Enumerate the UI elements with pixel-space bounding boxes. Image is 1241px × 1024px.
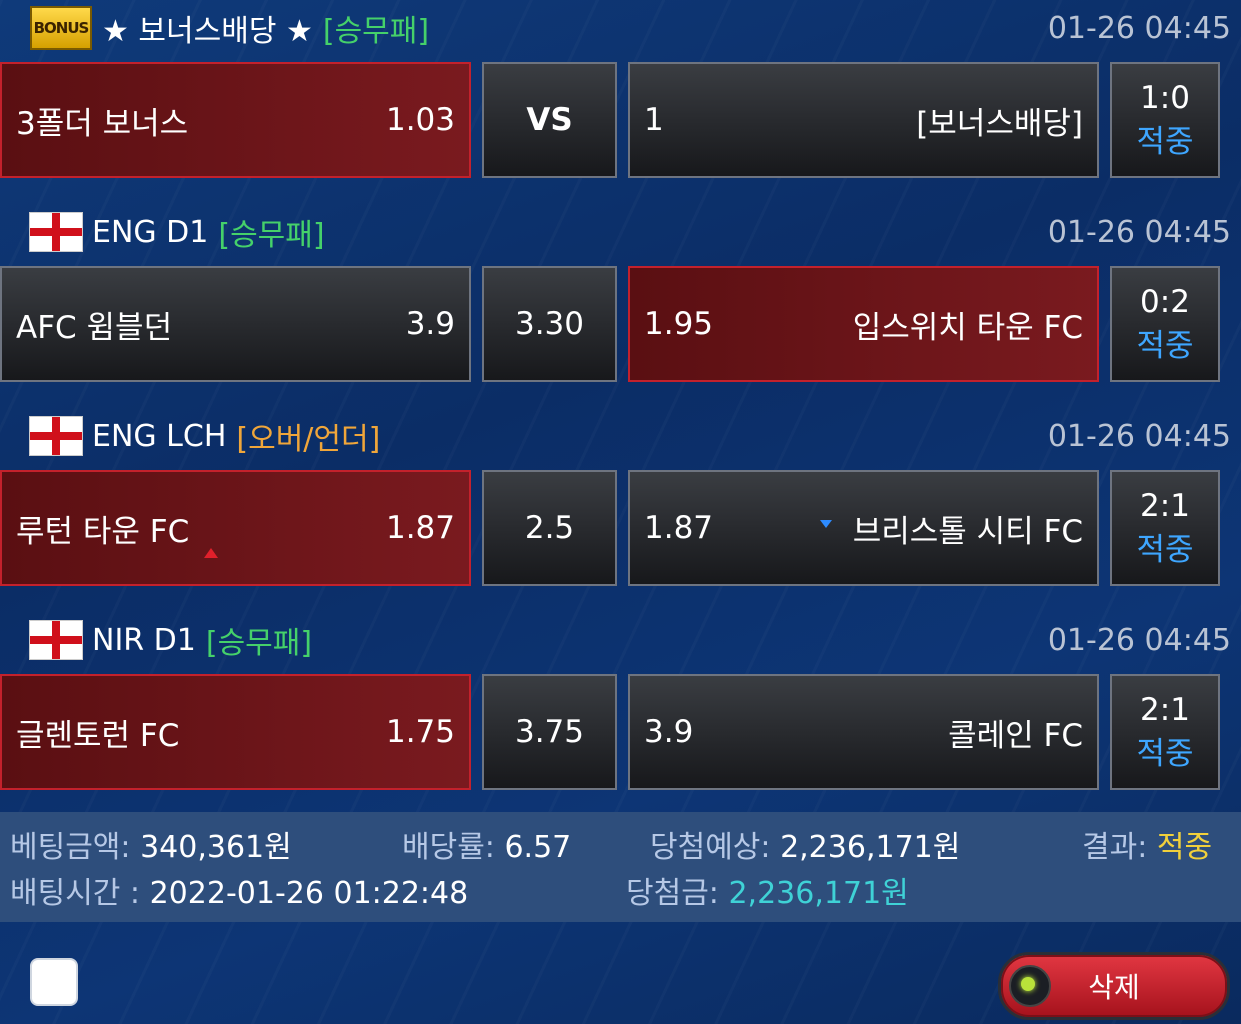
result-status: 적중	[1136, 328, 1194, 364]
bet-group-header: BONUS ★ 보너스배당 ★ [승무패] 01-26 04:45	[0, 0, 1241, 56]
delete-button[interactable]: 삭제	[998, 952, 1230, 1020]
northern-ireland-flag-icon	[30, 621, 82, 659]
away-selection[interactable]: 1 [보너스배당]	[628, 62, 1099, 178]
result-status: 적중	[1136, 736, 1194, 772]
bet-time-label: 배팅시간 :	[10, 876, 141, 911]
league-name: NIR D1	[92, 622, 196, 658]
draw-odds: 3.30	[514, 306, 585, 342]
result-box: 2:1 적중	[1110, 674, 1220, 790]
away-odds: 1.87	[644, 510, 714, 546]
draw-odds: 3.75	[514, 714, 585, 750]
over-arrow-icon	[204, 548, 218, 558]
market-type: [승무패]	[218, 218, 325, 253]
league-name: ENG D1	[92, 214, 209, 250]
select-checkbox[interactable]	[30, 958, 78, 1006]
result-box: 1:0 적중	[1110, 62, 1220, 178]
england-flag-icon	[30, 417, 82, 455]
bet-group-eng-d1: ENG D1 [승무패] 01-26 04:45 AFC 윔블던 3.9 3.3…	[0, 204, 1241, 408]
score: 2:1	[1140, 692, 1190, 728]
market-type: [승무패]	[205, 626, 313, 661]
away-selection[interactable]: 1.87 브리스톨 시티 FC	[628, 470, 1099, 586]
odds-label: 배당률:	[402, 830, 495, 865]
vs-label: VS	[526, 102, 573, 138]
league-name: ★ 보너스배당 ★	[102, 14, 313, 49]
away-team-name: [보너스배당]	[916, 105, 1083, 142]
match-time: 01-26 04:45	[1047, 10, 1231, 46]
home-odds: 1.03	[385, 102, 455, 138]
draw-selection[interactable]: VS	[482, 62, 617, 178]
bet-time: 2022-01-26 01:22:48	[149, 876, 469, 911]
bet-amount: 340,361원	[140, 830, 292, 865]
bet-group-header: ENG LCH [오버/언더] 01-26 04:45	[0, 408, 1241, 464]
home-selection[interactable]: 3폴더 보너스 1.03	[0, 62, 471, 178]
draw-selection[interactable]: 3.75	[482, 674, 617, 790]
expected-win-label: 당첨예상:	[650, 830, 771, 865]
home-selection[interactable]: AFC 윔블던 3.9	[0, 266, 471, 382]
away-selection[interactable]: 1.95 입스위치 타운 FC	[628, 266, 1099, 382]
bet-group-bonus: BONUS ★ 보너스배당 ★ [승무패] 01-26 04:45 3폴더 보너…	[0, 0, 1241, 204]
away-selection[interactable]: 3.9 콜레인 FC	[628, 674, 1099, 790]
total-odds: 6.57	[504, 830, 572, 865]
home-odds: 1.87	[385, 510, 455, 546]
bet-amount-label: 베팅금액:	[10, 830, 131, 865]
under-arrow-icon	[820, 520, 832, 528]
result-label: 결과:	[1082, 830, 1148, 865]
match-time: 01-26 04:45	[1047, 622, 1231, 658]
result-status: 적중	[1136, 532, 1194, 568]
home-odds: 1.75	[385, 714, 455, 750]
away-team-name: 콜레인 FC	[948, 717, 1083, 754]
home-team-name: 3폴더 보너스	[16, 105, 189, 142]
match-time: 01-26 04:45	[1047, 214, 1231, 250]
result-status: 적중	[1136, 124, 1194, 160]
indicator-icon	[1009, 965, 1051, 1007]
delete-label: 삭제	[1088, 971, 1140, 1004]
away-team-name: 브리스톨 시티 FC	[852, 513, 1083, 550]
home-team-name: 루턴 타운 FC	[16, 513, 190, 550]
result-box: 2:1 적중	[1110, 470, 1220, 586]
expected-win: 2,236,171원	[780, 830, 961, 865]
bet-group-header: ENG D1 [승무패] 01-26 04:45	[0, 204, 1241, 260]
match-time: 01-26 04:45	[1047, 418, 1231, 454]
england-flag-icon	[30, 213, 82, 251]
bet-group-eng-lch: ENG LCH [오버/언더] 01-26 04:45 루턴 타운 FC 1.8…	[0, 408, 1241, 612]
market-type: [오버/언더]	[236, 422, 381, 457]
away-team-name: 입스위치 타운 FC	[852, 309, 1083, 346]
home-team-name: 글렌토런 FC	[16, 717, 180, 754]
away-odds: 1.95	[644, 306, 714, 342]
score: 1:0	[1140, 80, 1190, 116]
handicap-value[interactable]: 2.5	[482, 470, 617, 586]
away-odds: 3.9	[644, 714, 694, 750]
score: 0:2	[1140, 284, 1190, 320]
bet-group-nir-d1: NIR D1 [승무패] 01-26 04:45 글렌토런 FC 1.75 3.…	[0, 612, 1241, 816]
line-value: 2.5	[524, 510, 575, 546]
draw-selection[interactable]: 3.30	[482, 266, 617, 382]
home-selection[interactable]: 글렌토런 FC 1.75	[0, 674, 471, 790]
result-value: 적중	[1156, 830, 1213, 865]
league-name: ENG LCH	[92, 418, 227, 454]
bonus-badge-icon: BONUS	[30, 6, 92, 50]
bet-group-header: NIR D1 [승무패] 01-26 04:45	[0, 612, 1241, 668]
home-selection[interactable]: 루턴 타운 FC 1.87	[0, 470, 471, 586]
result-box: 0:2 적중	[1110, 266, 1220, 382]
home-team-name: AFC 윔블던	[16, 309, 173, 346]
win-amount: 2,236,171원	[728, 876, 909, 911]
home-odds: 3.9	[405, 306, 455, 342]
bet-summary: 베팅금액: 340,361원 배당률: 6.57 당첨예상: 2,236,171…	[0, 812, 1241, 922]
market-type: [승무패]	[322, 14, 430, 49]
score: 2:1	[1140, 488, 1190, 524]
away-odds: 1	[644, 102, 664, 138]
win-amount-label: 당첨금:	[626, 876, 719, 911]
